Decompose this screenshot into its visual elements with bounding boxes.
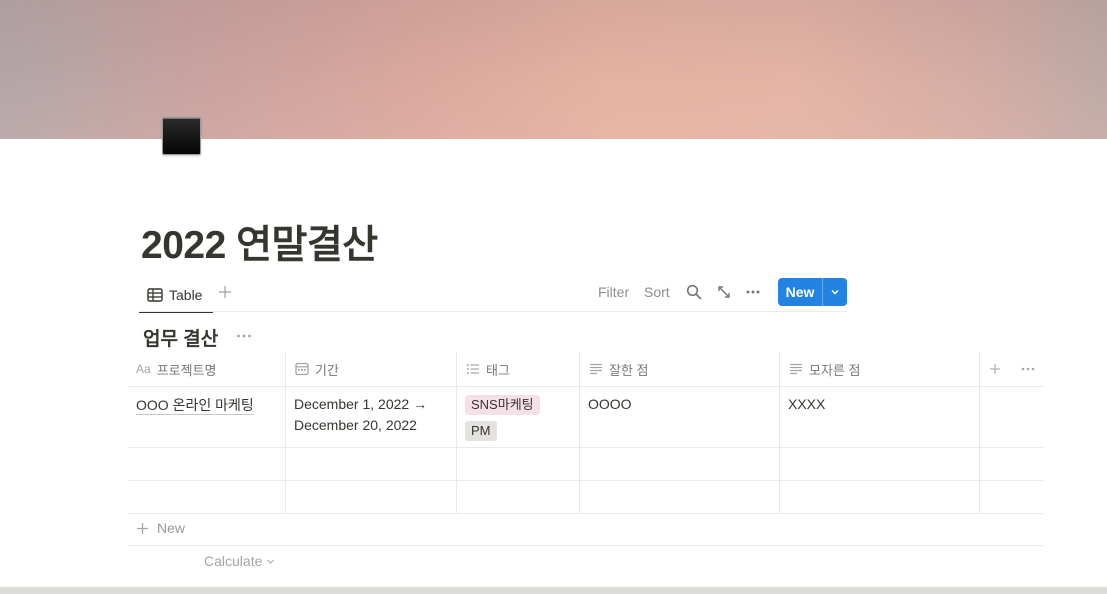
calculate-button[interactable]: Calculate xyxy=(204,553,275,569)
expand-arrows-icon[interactable] xyxy=(716,284,732,300)
more-dots-icon[interactable] xyxy=(745,284,761,300)
black-square-icon[interactable] xyxy=(162,117,201,155)
column-label: 기간 xyxy=(315,362,339,378)
search-icon[interactable] xyxy=(686,284,702,300)
toolbar-divider xyxy=(139,311,847,312)
text-aa-icon: Aa xyxy=(136,362,151,376)
plus-icon[interactable] xyxy=(218,283,232,301)
table-row-empty[interactable] xyxy=(128,481,1044,513)
column-label: 태그 xyxy=(486,362,510,378)
cell-period-start[interactable]: December 1, 2022 → xyxy=(294,394,427,415)
column-label: 잘한 점 xyxy=(609,362,649,378)
page-title[interactable]: 2022 연말결산 xyxy=(141,214,378,270)
horizontal-scrollbar[interactable] xyxy=(0,587,1107,594)
text-lines-icon xyxy=(589,362,603,376)
chevron-down-icon[interactable] xyxy=(823,278,847,306)
column-label: 모자른 점 xyxy=(809,362,861,378)
table-row-empty[interactable] xyxy=(128,448,1044,480)
database-title[interactable]: 업무 결산 xyxy=(143,324,218,351)
tab-table-view[interactable]: Table xyxy=(139,279,213,313)
cell-period-end[interactable]: December 20, 2022 xyxy=(294,415,417,436)
add-row-label: New xyxy=(157,520,186,536)
row-divider xyxy=(128,513,1044,514)
sort-button[interactable]: Sort xyxy=(644,284,670,300)
column-header-period[interactable]: 기간 xyxy=(295,352,339,386)
calendar-icon xyxy=(295,362,309,376)
cell-project-name[interactable]: OOO 온라인 마케팅 xyxy=(136,396,254,415)
new-button[interactable]: New xyxy=(778,278,847,306)
add-row-button[interactable]: New xyxy=(136,520,185,536)
column-header-bad[interactable]: 모자른 점 xyxy=(789,352,860,386)
row-divider xyxy=(128,545,1044,546)
new-button-label[interactable]: New xyxy=(778,278,823,306)
table-icon xyxy=(147,288,163,302)
list-icon xyxy=(466,362,480,376)
more-dots-icon[interactable] xyxy=(235,327,253,345)
chevron-down-icon xyxy=(266,557,275,566)
filter-button[interactable]: Filter xyxy=(598,284,629,300)
plus-icon xyxy=(989,363,1001,375)
text-lines-icon xyxy=(789,362,803,376)
column-label: 프로젝트명 xyxy=(156,362,217,378)
plus-icon xyxy=(136,522,149,535)
tag-pm[interactable]: PM xyxy=(465,421,497,441)
column-header-tags[interactable]: 태그 xyxy=(466,352,510,386)
tag-sns-marketing[interactable]: SNS마케팅 xyxy=(465,395,540,415)
cell-good-points[interactable]: OOOO xyxy=(588,394,632,415)
header-divider xyxy=(128,386,1044,387)
cell-bad-points[interactable]: XXXX xyxy=(788,394,825,415)
column-header-name[interactable]: Aa 프로젝트명 xyxy=(136,352,217,386)
tab-label: Table xyxy=(169,287,203,303)
calculate-label: Calculate xyxy=(204,553,263,569)
column-header-good[interactable]: 잘한 점 xyxy=(589,352,649,386)
add-column-button[interactable] xyxy=(989,352,1001,386)
more-dots-icon[interactable] xyxy=(1020,352,1036,386)
